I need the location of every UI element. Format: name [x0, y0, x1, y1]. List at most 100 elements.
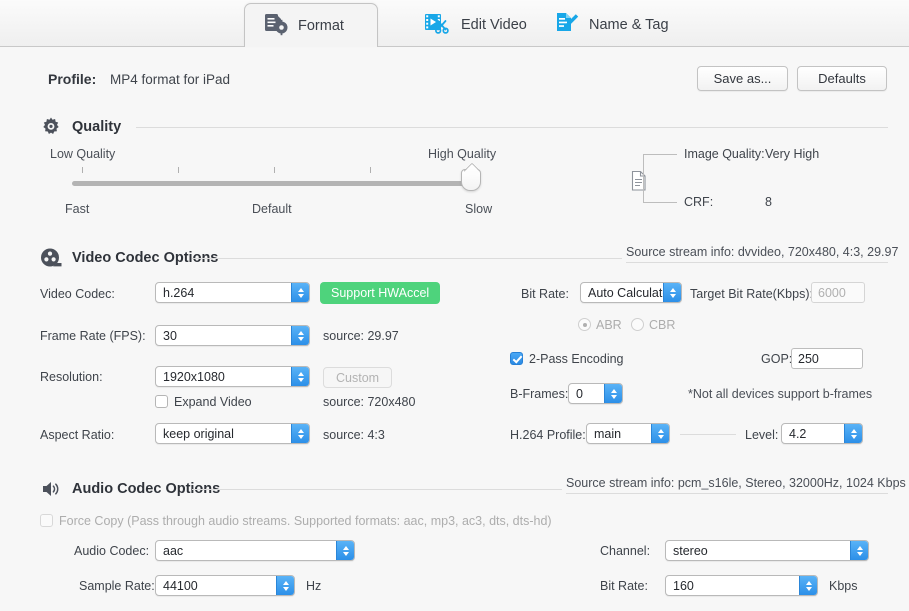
image-quality-panel: Image Quality: Very High CRF: 8 [625, 142, 875, 214]
audio-codec-value: aac [156, 544, 336, 558]
force-copy-label: Force Copy (Pass through audio streams. … [59, 514, 552, 528]
stepper-arrows-icon[interactable] [291, 283, 309, 302]
crf-value: 8 [765, 195, 772, 209]
bit-rate-label: Bit Rate: [521, 287, 569, 301]
audio-section-divider [192, 489, 562, 490]
h264-profile-value: main [587, 427, 651, 441]
frame-rate-value: 30 [156, 329, 291, 343]
video-codec-select[interactable]: h.264 [155, 282, 310, 303]
expand-video-checkbox[interactable] [155, 395, 168, 408]
stepper-arrows-icon[interactable] [291, 326, 309, 345]
profile-value: MP4 format for iPad [110, 72, 230, 87]
aspect-ratio-value: keep original [156, 427, 291, 441]
level-value: 4.2 [782, 427, 844, 441]
h264-profile-label: H.264 Profile: [510, 428, 586, 442]
stepper-arrows-icon[interactable] [291, 424, 309, 443]
stepper-arrows-icon[interactable] [604, 384, 622, 403]
tab-bar: Format [0, 0, 909, 47]
two-pass-encoding-checkbox[interactable] [510, 352, 523, 365]
two-pass-encoding-label: 2-Pass Encoding [529, 352, 624, 366]
fast-label: Fast [65, 202, 89, 216]
force-copy-checkbox[interactable] [40, 514, 53, 527]
stepper-arrows-icon[interactable] [276, 576, 294, 595]
tab-edit-video-label: Edit Video [461, 17, 527, 33]
audio-codec-label: Audio Codec: [74, 544, 149, 558]
target-bit-rate-input[interactable]: 6000 [811, 282, 865, 303]
b-frames-note: *Not all devices support b-frames [688, 387, 872, 401]
quality-section-header: Quality [40, 116, 121, 138]
tab-format[interactable]: Format [244, 3, 378, 47]
profile-label: Profile: [48, 71, 96, 87]
stepper-arrows-icon[interactable] [663, 283, 681, 302]
aspect-ratio-source: source: 4:3 [323, 428, 385, 442]
bracket-line-top [643, 154, 677, 155]
sample-rate-unit: Hz [306, 579, 321, 593]
aspect-ratio-label: Aspect Ratio: [40, 428, 114, 442]
frame-rate-source: source: 29.97 [323, 329, 399, 343]
stepper-arrows-icon[interactable] [336, 541, 354, 560]
sample-rate-label: Sample Rate: [79, 579, 155, 593]
video-section-divider [192, 258, 622, 259]
image-quality-label: Image Quality: [684, 147, 765, 161]
frame-rate-label: Frame Rate (FPS): [40, 329, 146, 343]
quality-slider-track[interactable] [72, 181, 476, 186]
support-hwaccel-badge: Support HWAccel [320, 282, 440, 304]
frame-rate-select[interactable]: 30 [155, 325, 310, 346]
abr-radio[interactable] [578, 318, 591, 331]
sample-rate-select[interactable]: 44100 [155, 575, 295, 596]
quality-slider-handle[interactable] [461, 169, 481, 191]
expand-video-label: Expand Video [174, 395, 252, 409]
b-frames-select[interactable]: 0 [568, 383, 623, 404]
quality-slider-tick [178, 167, 179, 173]
video-source-underline [626, 262, 888, 263]
high-quality-label: High Quality [428, 147, 496, 161]
stepper-arrows-icon[interactable] [291, 367, 309, 386]
stepper-arrows-icon[interactable] [799, 576, 817, 595]
level-select[interactable]: 4.2 [781, 423, 863, 444]
audio-codec-select[interactable]: aac [155, 540, 355, 561]
crf-label: CRF: [684, 195, 713, 209]
low-quality-label: Low Quality [50, 147, 115, 161]
film-scissors-icon [424, 11, 452, 39]
stepper-arrows-icon[interactable] [651, 424, 669, 443]
audio-bit-rate-value: 160 [666, 579, 799, 593]
bit-rate-mode-value: Auto Calculate [581, 286, 663, 300]
film-reel-icon [40, 247, 62, 269]
quality-section-title: Quality [72, 119, 121, 135]
audio-source-underline [566, 493, 888, 494]
resolution-select[interactable]: 1920x1080 [155, 366, 310, 387]
cbr-radio[interactable] [631, 318, 644, 331]
custom-resolution-button[interactable]: Custom [323, 367, 392, 388]
audio-bit-rate-unit: Kbps [829, 579, 858, 593]
cbr-label: CBR [649, 318, 675, 332]
audio-source-stream-info: Source stream info: pcm_s16le, Stereo, 3… [566, 476, 906, 490]
video-codec-value: h.264 [156, 286, 291, 300]
document-gear-icon [263, 12, 289, 40]
image-quality-value: Very High [765, 147, 819, 161]
quality-slider-tick [370, 167, 371, 173]
gear-icon [40, 116, 62, 138]
gop-value: 250 [798, 352, 819, 366]
tab-edit-video[interactable]: Edit Video [406, 3, 545, 47]
channel-select[interactable]: stereo [665, 540, 869, 561]
video-source-stream-info: Source stream info: dvvideo, 720x480, 4:… [626, 245, 898, 259]
audio-bit-rate-select[interactable]: 160 [665, 575, 818, 596]
gop-input[interactable]: 250 [791, 348, 863, 369]
document-icon [630, 170, 648, 197]
bit-rate-mode-select[interactable]: Auto Calculate [580, 282, 682, 303]
level-label: Level: [745, 428, 778, 442]
tab-format-label: Format [298, 18, 344, 34]
defaults-button[interactable]: Defaults [797, 66, 887, 91]
h264-profile-select[interactable]: main [586, 423, 670, 444]
stepper-arrows-icon[interactable] [850, 541, 868, 560]
quality-slider-tick [274, 167, 275, 173]
save-as-button[interactable]: Save as... [697, 66, 788, 91]
channel-value: stereo [666, 544, 850, 558]
stepper-arrows-icon[interactable] [844, 424, 862, 443]
audio-bit-rate-label: Bit Rate: [600, 579, 648, 593]
target-bit-rate-value: 6000 [818, 286, 846, 300]
b-frames-label: B-Frames: [510, 387, 568, 401]
tab-name-and-tag[interactable]: Name & Tag [536, 3, 687, 47]
bracket-line-vertical [643, 154, 644, 202]
aspect-ratio-select[interactable]: keep original [155, 423, 310, 444]
